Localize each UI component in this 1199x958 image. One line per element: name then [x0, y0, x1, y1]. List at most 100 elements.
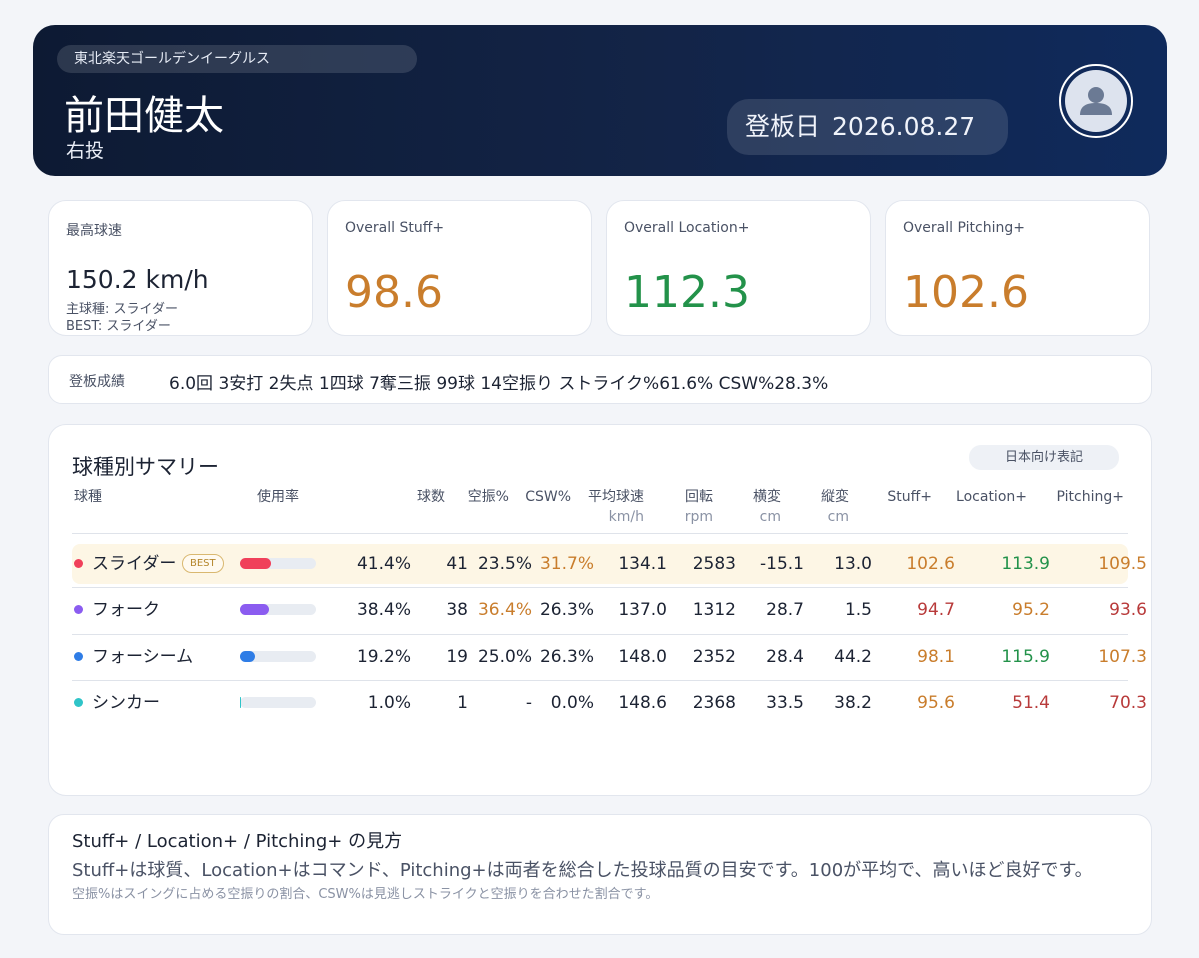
- pitch-name: フォーク: [92, 600, 160, 620]
- pitching-value: 102.6: [903, 267, 1029, 318]
- usage-bar: [240, 651, 316, 662]
- explanation-title: Stuff+ / Location+ / Pitching+ の見方: [72, 831, 403, 852]
- location-value: 112.3: [624, 267, 750, 318]
- cell-stuff: 95.6: [917, 693, 955, 713]
- cell-spin: 2583: [692, 554, 736, 574]
- header-usage: 使用率: [257, 489, 299, 505]
- explanation-note: 空振%はスイングに占める空振りの割合、CSW%は見逃しストライクと空振りを合わせ…: [72, 887, 659, 902]
- location-label: Overall Location+: [624, 220, 750, 236]
- usage-bar: [240, 604, 316, 615]
- explanation-text: Stuff+は球質、Location+はコマンド、Pitching+は両者を総合…: [72, 860, 1093, 881]
- best-pitch: BEST: スライダー: [66, 319, 171, 334]
- header-vbreak-unit: cm: [827, 509, 849, 525]
- cell-velo: 148.6: [618, 693, 667, 713]
- metrics-explanation: Stuff+ / Location+ / Pitching+ の見方 Stuff…: [48, 814, 1152, 935]
- main-pitch: 主球種: スライダー: [66, 302, 178, 317]
- stuff-value: 98.6: [345, 267, 443, 318]
- table-row: フォーシーム 19.2% 19 25.0% 26.3% 148.0 2352 28.4 44.2…: [72, 637, 1147, 677]
- record-label: 登板成績: [69, 374, 125, 390]
- cell-usage: 41.4%: [356, 554, 411, 574]
- cell-count: 1: [457, 693, 468, 713]
- header-velo: 平均球速 km/h: [571, 487, 644, 527]
- usage-bar-fill: [240, 558, 271, 569]
- row-divider: [72, 587, 1128, 588]
- max-velocity-value: 150.2 km/h: [66, 265, 209, 294]
- cell-velo: 137.0: [618, 600, 667, 620]
- header-vbreak: 縦変 cm: [797, 487, 849, 527]
- header-hbreak: 横変 cm: [729, 487, 781, 527]
- cell-whiff: -: [525, 693, 532, 713]
- cell-pitching: 109.5: [1098, 554, 1147, 574]
- usage-bar-fill: [240, 697, 241, 708]
- game-date: 登板日 2026.08.27: [727, 99, 1008, 155]
- cell-velo: 148.0: [618, 647, 667, 667]
- table-header-divider: [72, 533, 1128, 534]
- cell-csw: 26.3%: [539, 600, 594, 620]
- cell-whiff: 36.4%: [477, 600, 532, 620]
- cell-hbreak: 33.5: [766, 693, 804, 713]
- cell-spin: 2352: [692, 647, 736, 667]
- pitching-label: Overall Pitching+: [903, 220, 1025, 236]
- cell-usage: 1.0%: [367, 693, 411, 713]
- cell-location: 95.2: [1012, 600, 1050, 620]
- avatar: [1059, 64, 1133, 138]
- team-name: 東北楽天ゴールデンイーグルス: [57, 45, 417, 73]
- notation-toggle[interactable]: 日本向け表記: [969, 445, 1119, 470]
- pitch-color-dot: [74, 652, 83, 661]
- cell-pitching: 93.6: [1109, 600, 1147, 620]
- header-hbreak-unit: cm: [759, 509, 781, 525]
- stuff-label: Overall Stuff+: [345, 220, 445, 236]
- header-spin: 回転 rpm: [659, 487, 713, 527]
- usage-bar-fill: [240, 651, 255, 662]
- table-row: フォーク 38.4% 38 36.4% 26.3% 137.0 1312 28.7 1.5 94.…: [72, 590, 1147, 630]
- cell-spin: 1312: [692, 600, 736, 620]
- pitch-name: シンカー: [92, 693, 160, 713]
- header-velo-unit: km/h: [608, 509, 644, 525]
- usage-bar: [240, 697, 316, 708]
- player-header: 東北楽天ゴールデンイーグルス 前田健太 右投 登板日 2026.08.27: [33, 25, 1167, 176]
- cell-stuff: 94.7: [917, 600, 955, 620]
- cell-stuff: 102.6: [906, 554, 955, 574]
- cell-hbreak: 28.4: [766, 647, 804, 667]
- cell-hbreak: -15.1: [760, 554, 804, 574]
- cell-velo: 134.1: [618, 554, 667, 574]
- cell-vbreak: 1.5: [844, 600, 872, 620]
- table-row: シンカー 1.0% 1 -0.0% 148.6 2368 33.5 38.2 95.6 51.4 7…: [72, 683, 1147, 723]
- cell-vbreak: 38.2: [834, 693, 872, 713]
- cell-vbreak: 13.0: [834, 554, 872, 574]
- header-whiff: 空振%: [467, 489, 509, 505]
- best-badge: BEST: [182, 554, 224, 573]
- header-spin-label: 回転: [685, 489, 713, 505]
- cell-location: 113.9: [1001, 554, 1050, 574]
- cell-hbreak: 28.7: [766, 600, 804, 620]
- summary-title: 球種別サマリー: [72, 455, 219, 479]
- location-card: Overall Location+ 112.3: [606, 200, 871, 336]
- usage-bar-fill: [240, 604, 269, 615]
- max-velocity-label: 最高球速: [66, 223, 122, 239]
- user-icon: [1065, 70, 1127, 132]
- cell-usage: 19.2%: [356, 647, 411, 667]
- header-spin-unit: rpm: [684, 509, 713, 525]
- game-date-value: 2026.08.27: [832, 112, 976, 141]
- pitch-summary: 球種別サマリー 日本向け表記 球種 使用率 球数 空振% CSW% 平均球速 km…: [48, 424, 1152, 796]
- row-divider: [72, 634, 1128, 635]
- header-velo-label: 平均球速: [588, 489, 644, 505]
- pitch-name: フォーシーム: [92, 647, 194, 667]
- table-row: スライダー BEST 41.4% 41 23.5% 31.7% 134.1 2583 -15.1…: [72, 544, 1147, 584]
- throwing-hand: 右投: [66, 140, 105, 162]
- record-text: 6.0回 3安打 2失点 1四球 7奪三振 99球 14空振り ストライク%61…: [169, 374, 829, 394]
- cell-vbreak: 44.2: [834, 647, 872, 667]
- cell-count: 19: [446, 647, 468, 667]
- header-stuff: Stuff+: [887, 489, 932, 505]
- pitch-name: スライダー: [92, 554, 177, 574]
- header-pitching: Pitching+: [1056, 489, 1124, 505]
- cell-whiff: 25.0%: [477, 647, 532, 667]
- cell-stuff: 98.1: [917, 647, 955, 667]
- header-pitch: 球種: [74, 489, 102, 505]
- cell-location: 115.9: [1001, 647, 1050, 667]
- header-vbreak-label: 縦変: [821, 489, 849, 505]
- stuff-card: Overall Stuff+ 98.6: [327, 200, 592, 336]
- header-count: 球数: [417, 489, 445, 505]
- header-hbreak-label: 横変: [753, 489, 781, 505]
- player-name: 前田健太: [64, 93, 224, 139]
